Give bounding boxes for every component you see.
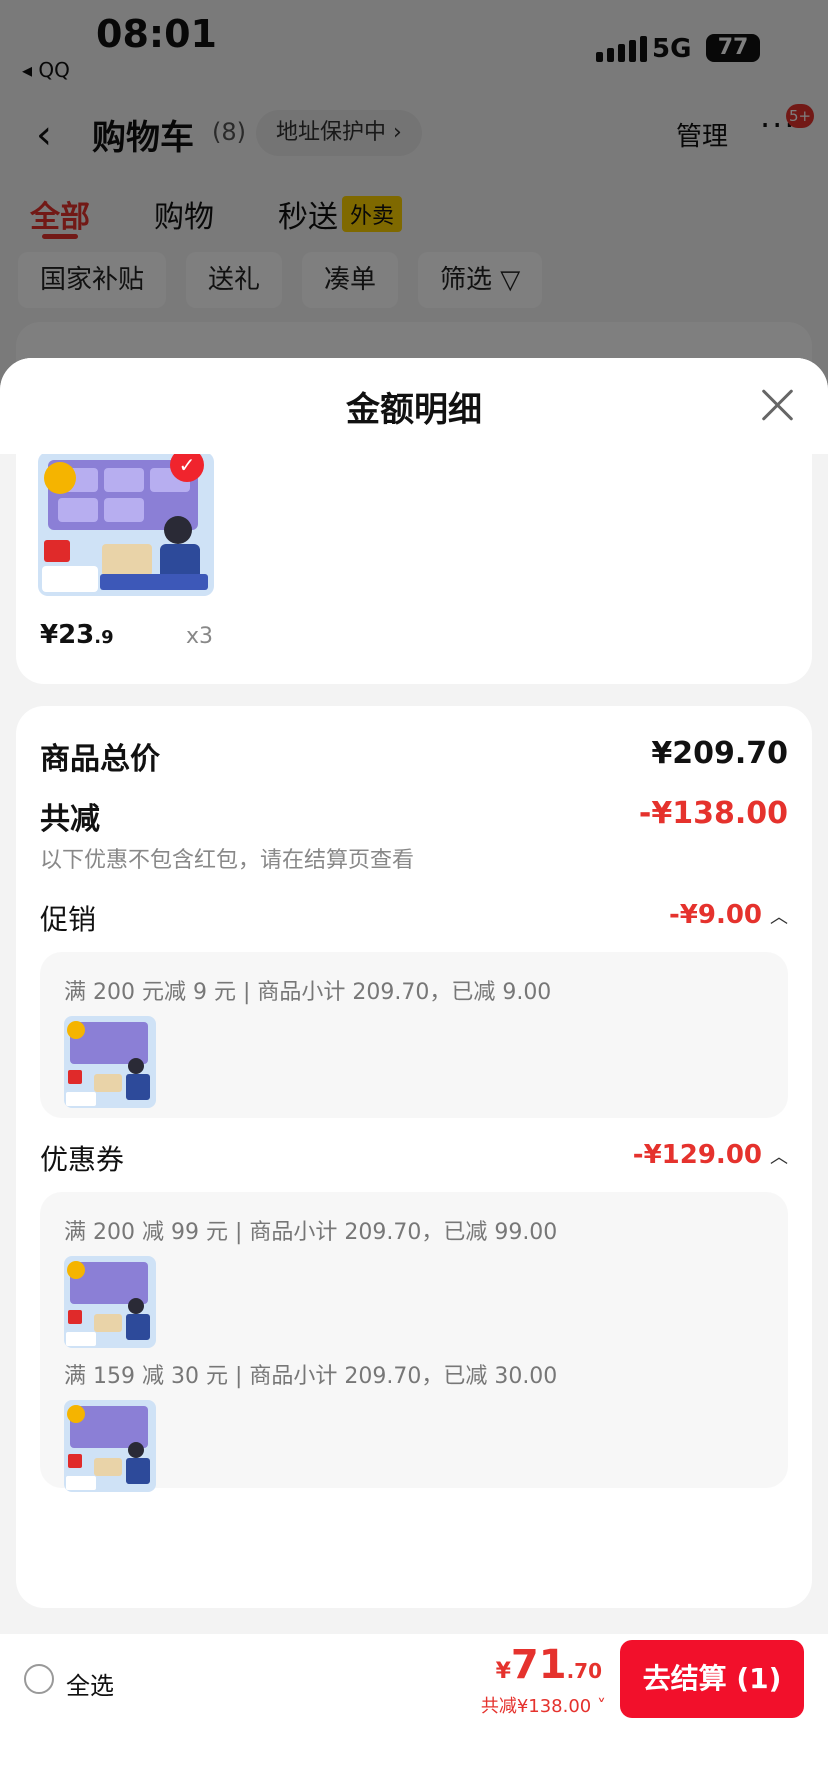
coupon-label: 优惠券 bbox=[40, 1143, 125, 1176]
coupon-detail-box: 满 200 减 99 元 | 商品小计 209.70，已减 99.00 满 15… bbox=[40, 1192, 788, 1492]
home-indicator-area bbox=[0, 1726, 828, 1792]
price-summary-card: 商品总价 ¥209.70 共减 -¥138.00 以下优惠不包含红包，请在结算页… bbox=[16, 706, 812, 1608]
total-amount: ¥71.70 bbox=[495, 1642, 602, 1688]
chevron-up-icon: ︿ bbox=[770, 1147, 788, 1168]
coupon-product-thumbnail bbox=[64, 1400, 156, 1492]
chevron-down-icon: ˅ bbox=[591, 1696, 606, 1717]
coupon-value: -¥129.00 bbox=[632, 1140, 762, 1170]
discount-note: 以下优惠不包含红包，请在结算页查看 bbox=[40, 848, 415, 873]
product-price: ¥23.9 bbox=[40, 620, 114, 650]
coupon-line: 满 159 减 30 元 | 商品小计 209.70，已减 30.00 bbox=[64, 1364, 558, 1389]
sheet-header: 金额明细 bbox=[0, 358, 828, 454]
product-quantity: x3 bbox=[186, 624, 214, 649]
promotion-product-thumbnail bbox=[64, 1016, 156, 1108]
select-all-label[interactable]: 全选 bbox=[66, 1666, 114, 1701]
checkout-bar: 全选 ¥71.70 共减¥138.00 ˅ 去结算 (1) bbox=[0, 1634, 828, 1726]
total-price-label: 商品总价 bbox=[40, 742, 160, 777]
sheet-title: 金额明细 bbox=[346, 390, 482, 430]
amount-detail-sheet: ✓ ¥23.9 x3 金额明细 商品总价 ¥209.70 共减 -¥138.00… bbox=[0, 358, 828, 1634]
promotion-line: 满 200 元减 9 元 | 商品小计 209.70，已减 9.00 bbox=[64, 980, 552, 1005]
checkout-button[interactable]: 去结算 (1) bbox=[620, 1640, 804, 1718]
coupon-line: 满 200 减 99 元 | 商品小计 209.70，已减 99.00 bbox=[64, 1220, 558, 1245]
promotion-toggle[interactable]: -¥9.00 ︿ bbox=[669, 900, 788, 930]
select-all-radio[interactable] bbox=[24, 1664, 54, 1694]
total-price-value: ¥209.70 bbox=[651, 736, 788, 771]
discount-value: -¥138.00 bbox=[638, 796, 788, 831]
promotion-label: 促销 bbox=[40, 903, 97, 936]
promotion-detail-box: 满 200 元减 9 元 | 商品小计 209.70，已减 9.00 bbox=[40, 952, 788, 1118]
coupon-product-thumbnail bbox=[64, 1256, 156, 1348]
promotion-value: -¥9.00 bbox=[668, 900, 762, 930]
total-saved-toggle[interactable]: 共减¥138.00 ˅ bbox=[481, 1692, 606, 1718]
discount-label: 共减 bbox=[40, 802, 100, 837]
coupon-toggle[interactable]: -¥129.00 ︿ bbox=[633, 1140, 788, 1170]
close-icon[interactable] bbox=[760, 388, 794, 422]
chevron-up-icon: ︿ bbox=[770, 907, 788, 928]
